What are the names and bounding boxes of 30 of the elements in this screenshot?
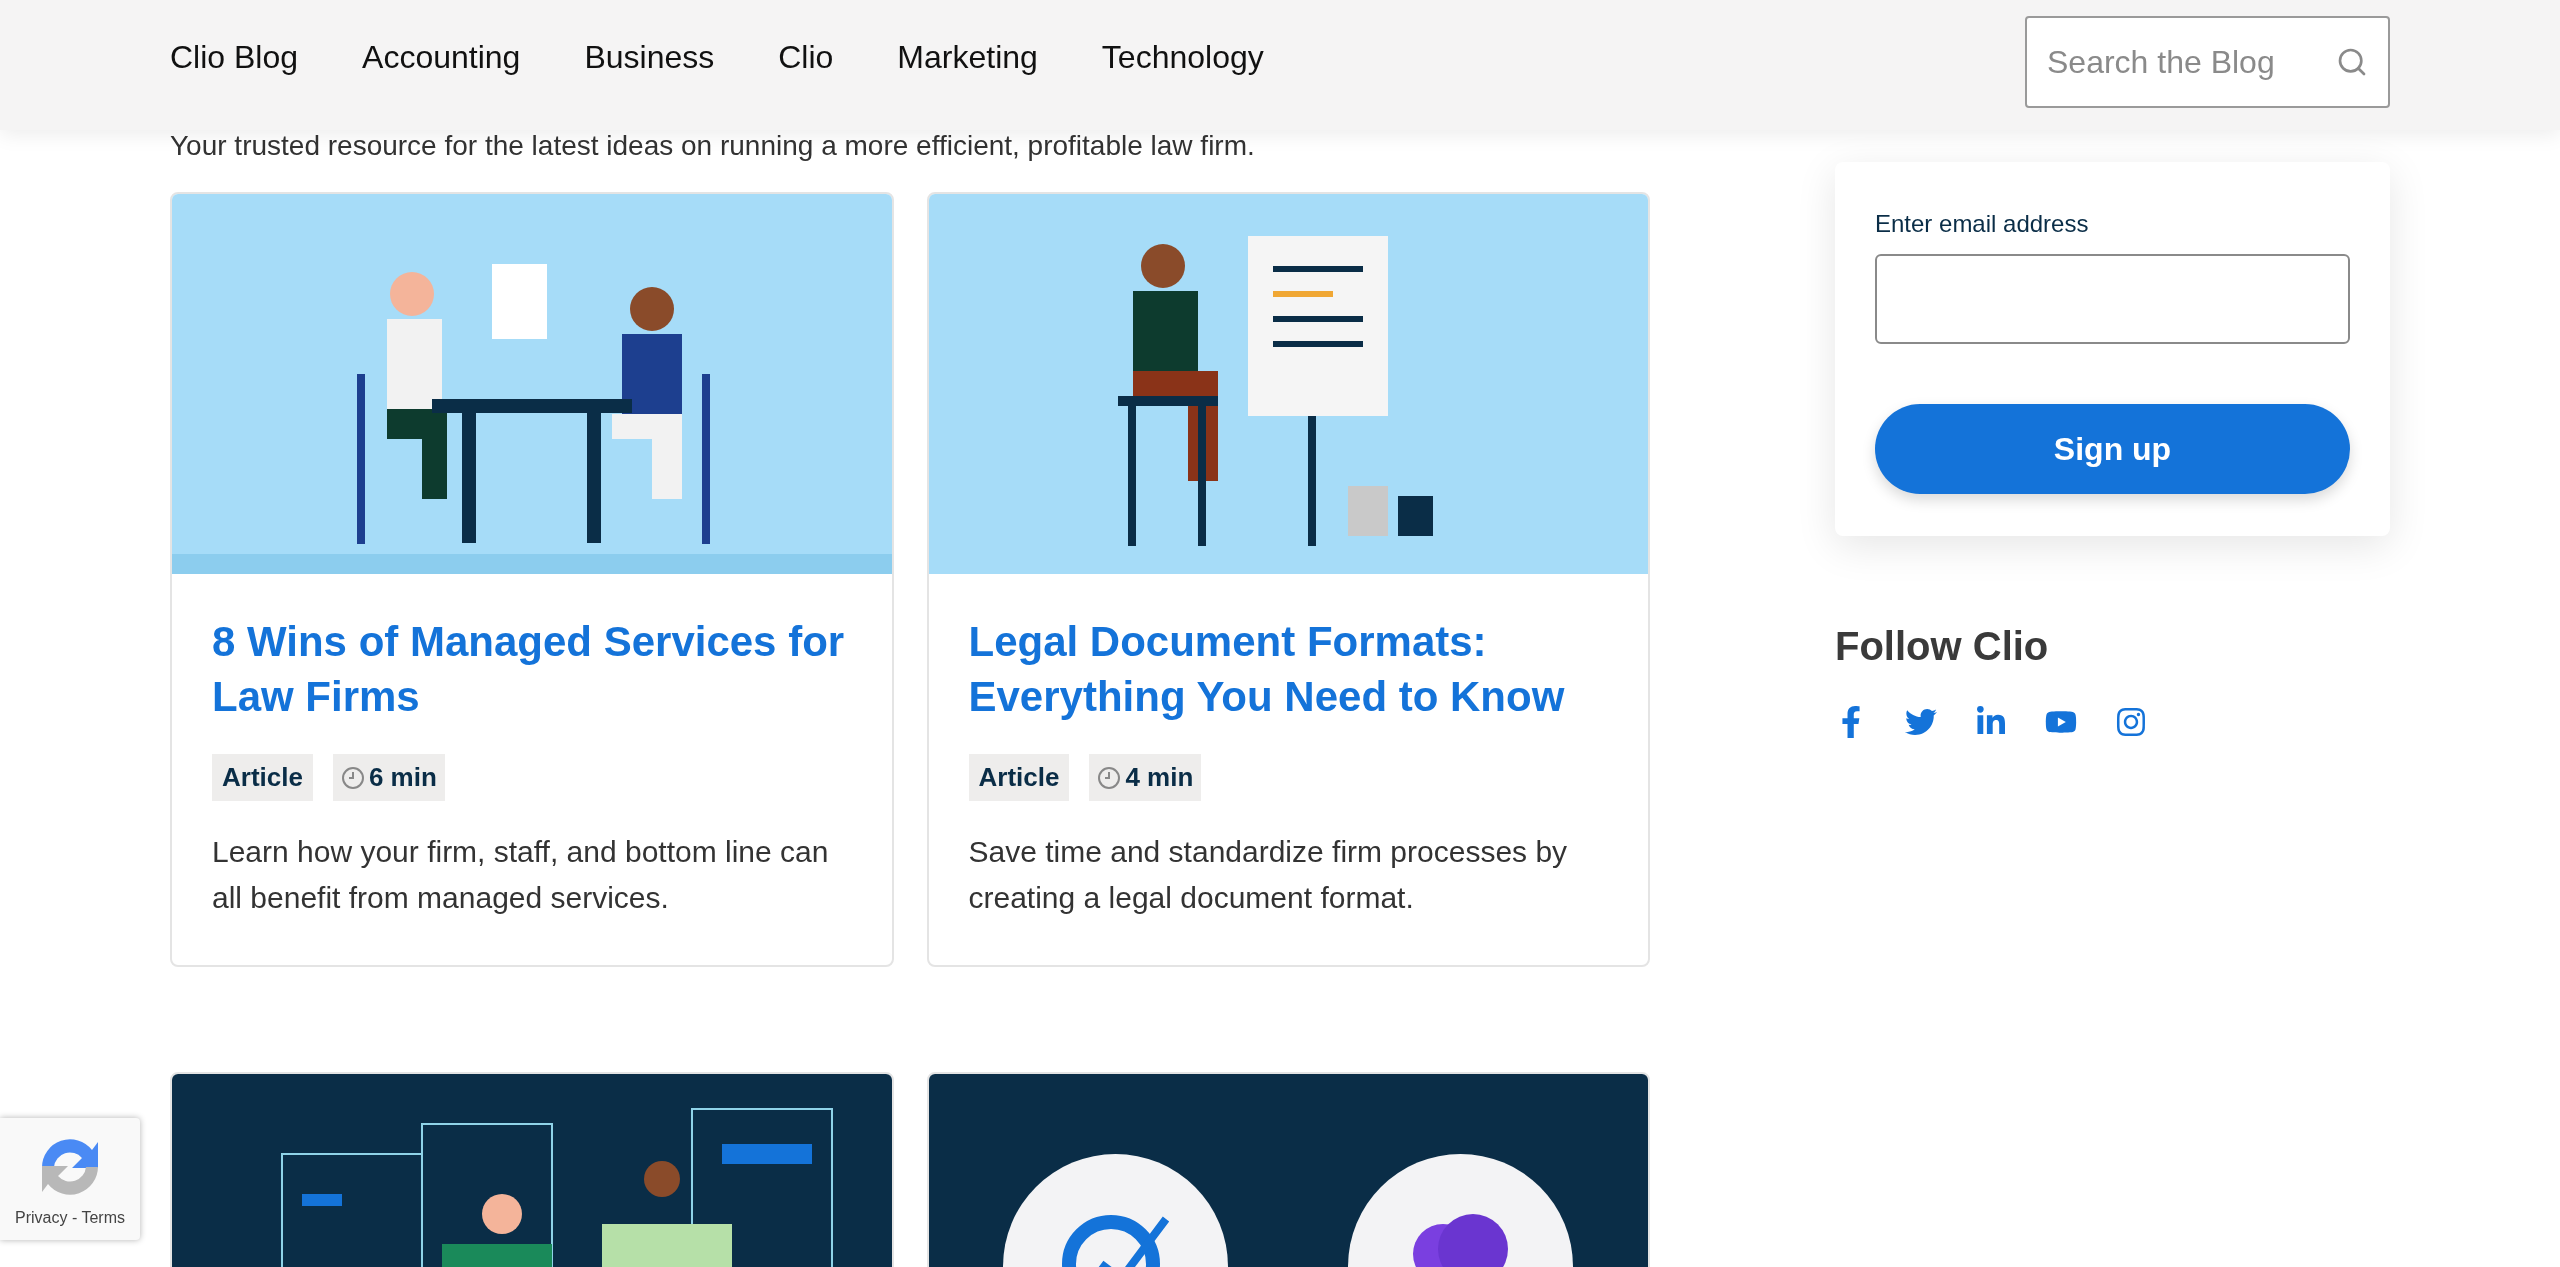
- nav-link[interactable]: Business: [584, 33, 715, 81]
- nav-link[interactable]: Clio Blog: [170, 33, 299, 81]
- article-card[interactable]: 8 Wins of Managed Services for Law Firms Article 6 min Learn how your firm, staff, and bottom line can all benefit from managed services.: [170, 192, 894, 967]
- clock-icon: [1097, 765, 1122, 790]
- search-icon: [2336, 46, 2368, 78]
- read-time-tag: 4 min: [1089, 754, 1202, 801]
- read-time-tag: 6 min: [332, 754, 445, 801]
- privacy-terms-links[interactable]: Privacy - Terms: [15, 1206, 125, 1230]
- nav-link[interactable]: Technology: [1101, 33, 1264, 81]
- nav-link[interactable]: Marketing: [897, 33, 1038, 81]
- recaptcha-badge[interactable]: Privacy - Terms: [0, 1118, 140, 1240]
- email-label: Enter email address: [1875, 209, 2090, 239]
- article-card[interactable]: Legal Document Formats: Everything You Need to Know Article 4 min Save time and standardize firm processes by creating a legal document format.: [926, 192, 1650, 967]
- twitter-icon[interactable]: [1905, 706, 1937, 738]
- tagline: Your trusted resource for the latest ideas on running a more efficient, profitable law firm.: [170, 129, 1256, 163]
- email-input[interactable]: [1875, 254, 2350, 344]
- article-title[interactable]: 8 Wins of Managed Services for Law Firms: [212, 614, 852, 724]
- search-field[interactable]: Search the Blog: [2025, 16, 2390, 108]
- follow-heading: Follow Clio: [1835, 623, 2050, 670]
- article-type-tag: Article: [212, 754, 313, 801]
- article-description: Save time and standardize firm processes by creating a legal document format.: [968, 834, 1569, 916]
- article-title[interactable]: Legal Document Formats: Everything You Need to Know: [968, 614, 1608, 724]
- clock-icon: [340, 765, 365, 790]
- cloud-logo-icon: [1413, 1214, 1509, 1267]
- signup-button[interactable]: Sign up: [1875, 404, 2350, 494]
- article-description: Learn how your firm, staff, and bottom line can all benefit from managed services.: [212, 834, 830, 916]
- nav-link[interactable]: Accounting: [362, 33, 521, 81]
- article-type-tag: Article: [968, 754, 1070, 801]
- nav-link[interactable]: Clio: [778, 33, 834, 81]
- instagram-icon[interactable]: [2115, 706, 2147, 738]
